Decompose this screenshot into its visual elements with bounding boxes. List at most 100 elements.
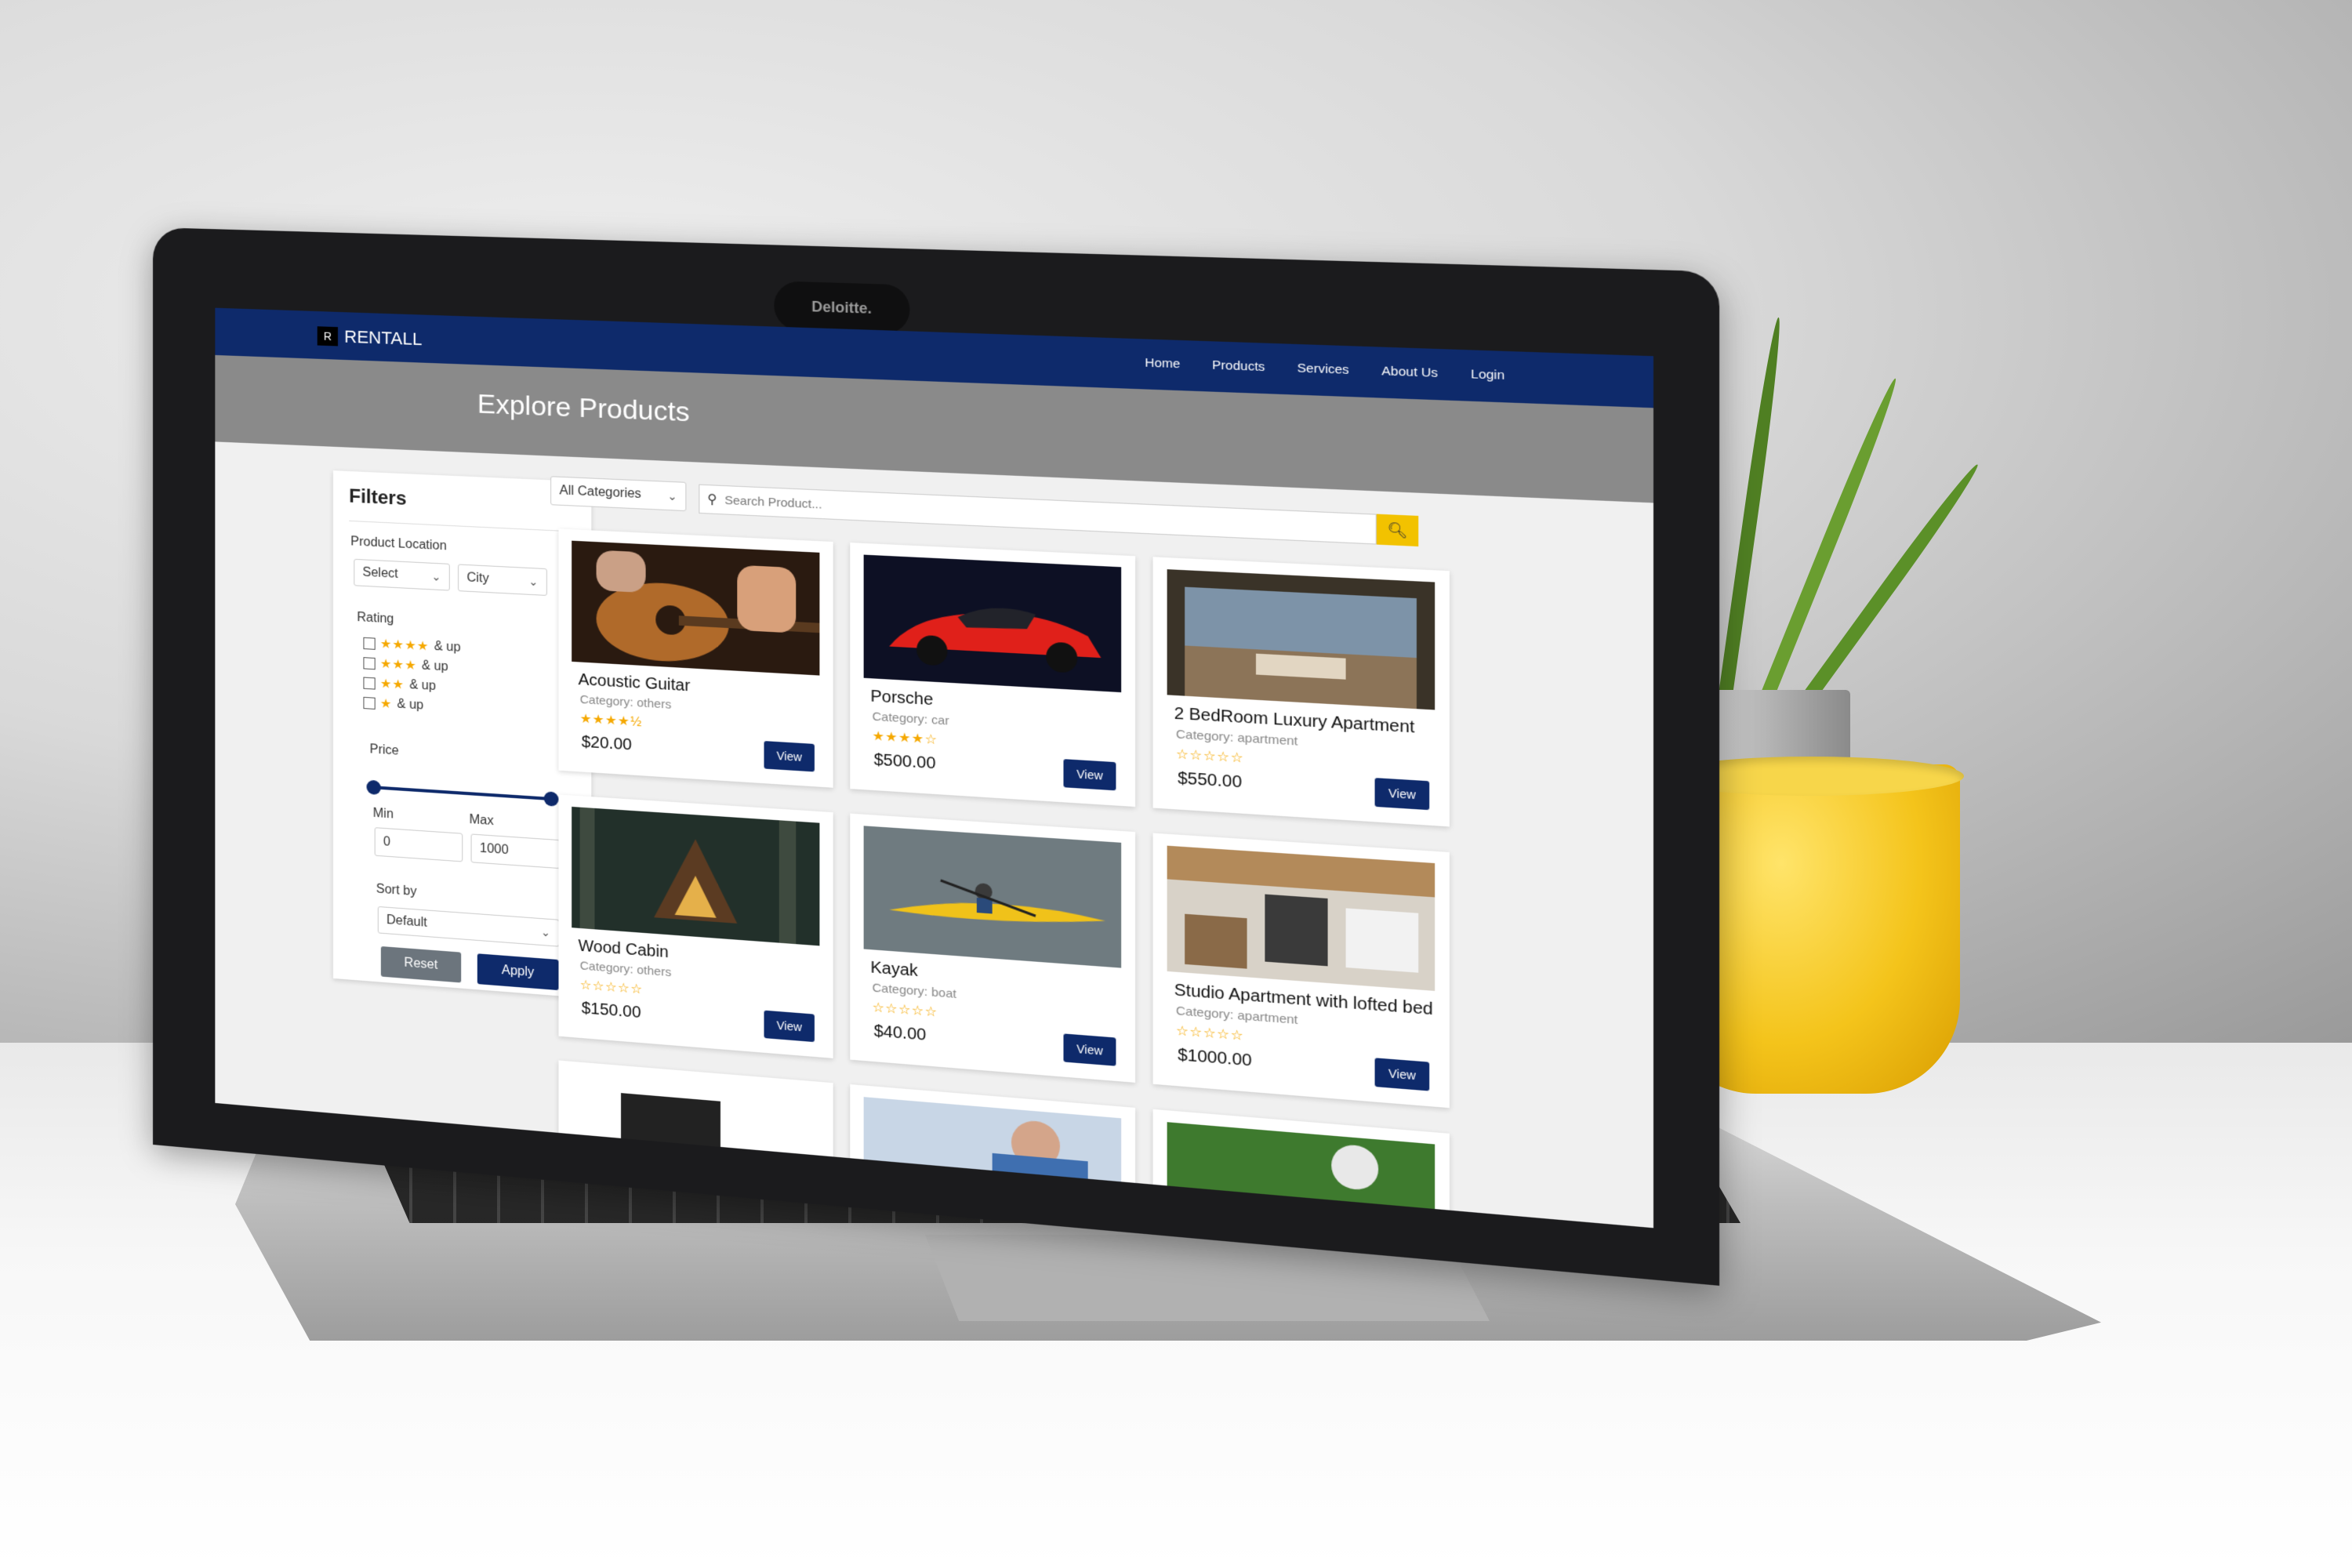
nav-services[interactable]: Services bbox=[1298, 361, 1349, 378]
checkbox[interactable] bbox=[363, 637, 375, 649]
rating-label: Rating bbox=[357, 611, 394, 627]
category-select-value: All Categories bbox=[560, 484, 641, 502]
product-card-partial bbox=[1153, 1109, 1450, 1229]
star-rating-icon: ★★★★☆ bbox=[872, 728, 938, 748]
star-icon: ★★★★ bbox=[380, 636, 430, 655]
location-select-value: Select bbox=[362, 565, 397, 582]
star-icon: ★ bbox=[380, 695, 393, 712]
price-max-input[interactable]: 1000 bbox=[471, 833, 561, 869]
search-input[interactable]: ⚲ Search Product... bbox=[699, 485, 1377, 545]
search-placeholder: Search Product... bbox=[724, 493, 822, 511]
filters-panel: Filters Product Location Select ⌄ City ⌄… bbox=[333, 470, 591, 998]
sort-select[interactable]: Default ⌄ bbox=[378, 906, 560, 947]
product-price: $1000.00 bbox=[1178, 1046, 1252, 1071]
rating-suffix: & up bbox=[422, 659, 448, 674]
search-field-icon: ⚲ bbox=[699, 491, 724, 508]
reset-button[interactable]: Reset bbox=[381, 946, 461, 983]
sort-select-value: Default bbox=[387, 913, 427, 931]
product-card: 2 BedRoom Luxury Apartment Category: apa… bbox=[1153, 557, 1450, 826]
price-max-handle[interactable] bbox=[544, 791, 559, 807]
brand[interactable]: R RENTALL bbox=[318, 325, 423, 350]
product-price: $500.00 bbox=[874, 751, 936, 774]
product-card: Porsche Category: car ★★★★☆ $500.00 View bbox=[850, 543, 1135, 807]
laptop-lid: Deloitte. R RENTALL Home Products Servic… bbox=[153, 227, 1719, 1286]
view-button[interactable]: View bbox=[764, 741, 814, 771]
price-min-handle[interactable] bbox=[367, 780, 381, 795]
product-title[interactable]: Wood Cabin bbox=[579, 937, 669, 962]
rating-option-1[interactable]: ★ & up bbox=[363, 695, 423, 714]
product-card: Kayak Category: boat ☆☆☆☆☆ $40.00 View bbox=[850, 814, 1135, 1083]
product-price: $550.00 bbox=[1178, 769, 1242, 793]
view-button[interactable]: View bbox=[764, 1011, 814, 1043]
rating-option-2[interactable]: ★★ & up bbox=[363, 674, 435, 695]
product-price: $20.00 bbox=[582, 733, 632, 755]
product-image-apartment bbox=[1167, 569, 1436, 710]
category-select[interactable]: All Categories ⌄ bbox=[550, 476, 686, 511]
product-card: Studio Apartment with lofted bed Categor… bbox=[1153, 833, 1450, 1109]
product-title[interactable]: Acoustic Guitar bbox=[579, 671, 691, 696]
star-rating-icon: ☆☆☆☆☆ bbox=[1176, 746, 1244, 767]
product-price: $150.00 bbox=[582, 1000, 641, 1023]
camera-label: Deloitte. bbox=[774, 281, 909, 334]
product-image-partial bbox=[1167, 1122, 1436, 1221]
star-rating-icon: ☆☆☆☆☆ bbox=[872, 999, 938, 1020]
sort-label: Sort by bbox=[376, 882, 417, 899]
product-category: Category: car bbox=[872, 710, 949, 728]
star-rating-icon: ★★★★½ bbox=[580, 710, 642, 730]
max-label: Max bbox=[469, 813, 493, 829]
nav-login[interactable]: Login bbox=[1471, 367, 1504, 383]
chevron-down-icon: ⌄ bbox=[667, 489, 677, 503]
rating-suffix: & up bbox=[397, 697, 424, 713]
chevron-down-icon: ⌄ bbox=[431, 569, 441, 583]
price-min-input[interactable]: 0 bbox=[375, 827, 463, 862]
star-rating-icon: ☆☆☆☆☆ bbox=[1176, 1022, 1244, 1044]
search-button[interactable]: 🔍︎ bbox=[1377, 514, 1418, 546]
product-image-partial bbox=[572, 1073, 819, 1167]
product-title[interactable]: Porsche bbox=[870, 688, 933, 710]
apply-button[interactable]: Apply bbox=[477, 953, 559, 990]
product-image-cabin bbox=[572, 807, 819, 946]
product-image-partial bbox=[864, 1097, 1122, 1193]
product-category: Category: apartment bbox=[1176, 728, 1298, 749]
price-range-track[interactable] bbox=[373, 786, 550, 800]
filters-title: Filters bbox=[349, 485, 406, 510]
product-category: Category: others bbox=[580, 693, 672, 712]
product-image-guitar bbox=[572, 541, 819, 676]
city-select[interactable]: City ⌄ bbox=[458, 564, 547, 596]
checkbox[interactable] bbox=[363, 657, 375, 670]
min-label: Min bbox=[373, 807, 394, 822]
product-card-partial bbox=[558, 1061, 833, 1181]
star-icon: ★★★ bbox=[380, 655, 417, 673]
nav-home[interactable]: Home bbox=[1145, 356, 1180, 372]
product-card: Acoustic Guitar Category: others ★★★★½ $… bbox=[558, 528, 833, 787]
price-label: Price bbox=[370, 742, 399, 759]
nav-about-us[interactable]: About Us bbox=[1381, 364, 1438, 380]
view-button[interactable]: View bbox=[1375, 778, 1430, 810]
chevron-down-icon: ⌄ bbox=[528, 575, 538, 589]
star-rating-icon: ☆☆☆☆☆ bbox=[580, 977, 644, 998]
product-title[interactable]: Kayak bbox=[870, 959, 918, 982]
view-button[interactable]: View bbox=[1375, 1058, 1430, 1091]
rating-option-3[interactable]: ★★★ & up bbox=[363, 655, 448, 675]
rating-suffix: & up bbox=[409, 678, 436, 694]
checkbox[interactable] bbox=[363, 677, 375, 689]
product-card: Wood Cabin Category: others ☆☆☆☆☆ $150.0… bbox=[558, 794, 833, 1058]
city-select-value: City bbox=[466, 571, 488, 586]
checkbox[interactable] bbox=[363, 696, 375, 709]
brand-name: RENTALL bbox=[344, 326, 422, 350]
location-label: Product Location bbox=[350, 535, 447, 554]
rating-suffix: & up bbox=[434, 640, 461, 655]
browser-screen: R RENTALL Home Products Services About U… bbox=[215, 308, 1653, 1229]
location-select[interactable]: Select ⌄ bbox=[354, 559, 450, 591]
view-button[interactable]: View bbox=[1063, 759, 1116, 790]
product-category: Category: boat bbox=[872, 981, 956, 1001]
search-icon: 🔍︎ bbox=[1387, 521, 1408, 539]
nav-products[interactable]: Products bbox=[1212, 358, 1265, 375]
product-card-partial bbox=[850, 1084, 1135, 1208]
rating-option-4[interactable]: ★★★★ & up bbox=[363, 635, 460, 656]
star-icon: ★★ bbox=[380, 676, 405, 693]
divider bbox=[349, 521, 575, 532]
view-button[interactable]: View bbox=[1063, 1033, 1116, 1065]
page-title: Explore Products bbox=[477, 389, 690, 429]
brand-logo-icon: R bbox=[318, 326, 338, 346]
